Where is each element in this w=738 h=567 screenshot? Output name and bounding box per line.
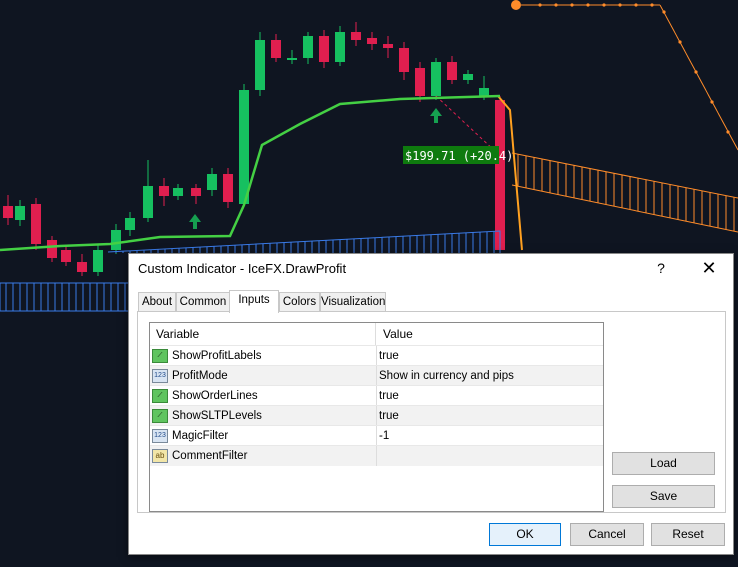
- column-header-value[interactable]: Value: [377, 323, 603, 345]
- close-button[interactable]: ✕: [695, 257, 723, 279]
- column-header-variable[interactable]: Variable: [150, 323, 376, 345]
- numeric-type-icon: 123: [152, 369, 168, 383]
- profit-label-text: $199.71 (+20.4): [405, 149, 513, 163]
- input-row[interactable]: 123 MagicFilter -1: [150, 425, 603, 446]
- candle-body: [239, 90, 249, 204]
- candle-body: [463, 74, 473, 80]
- tab-about[interactable]: About: [138, 292, 176, 312]
- candle-body: [61, 250, 71, 262]
- moving-average-line: [0, 94, 501, 252]
- input-name: MagicFilter: [172, 430, 229, 442]
- candle-body: [3, 206, 13, 218]
- candle-body: [111, 230, 121, 250]
- candle-body: [319, 36, 329, 62]
- input-row[interactable]: 123 ProfitMode Show in currency and pips: [150, 365, 603, 386]
- profit-label: $199.71 (+20.4): [403, 146, 513, 164]
- input-value[interactable]: true: [379, 408, 399, 424]
- candle-body: [351, 32, 361, 40]
- orange-dotted-line: [511, 0, 738, 151]
- candle-body: [77, 262, 87, 272]
- input-value[interactable]: -1: [379, 428, 389, 444]
- input-row[interactable]: ⟋ ShowOrderLines true: [150, 385, 603, 406]
- candle-body: [399, 48, 409, 72]
- tab-colors[interactable]: Colors: [279, 292, 320, 312]
- candle-body: [367, 38, 377, 44]
- input-value[interactable]: true: [379, 388, 399, 404]
- input-row[interactable]: ⟋ ShowSLTPLevels true: [150, 405, 603, 426]
- bool-type-icon: ⟋: [152, 389, 168, 403]
- bool-type-icon: ⟋: [152, 349, 168, 363]
- candle-body: [207, 174, 217, 190]
- candle-body: [415, 68, 425, 96]
- candle-body: [125, 218, 135, 230]
- save-button[interactable]: Save: [612, 485, 715, 508]
- candle-body: [15, 206, 25, 220]
- help-button[interactable]: ?: [647, 257, 675, 279]
- inputs-panel: Variable Value ⟋ ShowProfitLabels true 1…: [137, 311, 726, 513]
- candle-body: [303, 36, 313, 58]
- numeric-type-icon: 123: [152, 429, 168, 443]
- tab-common[interactable]: Common: [176, 292, 230, 312]
- input-name: ShowOrderLines: [172, 390, 258, 402]
- candle-body: [191, 188, 201, 196]
- inputs-grid[interactable]: Variable Value ⟋ ShowProfitLabels true 1…: [149, 322, 604, 512]
- input-name: ProfitMode: [172, 370, 228, 382]
- candle-body: [271, 40, 281, 58]
- candle-body: [93, 250, 103, 272]
- buy-arrow-icon: [189, 108, 442, 229]
- bool-type-icon: ⟋: [152, 409, 168, 423]
- custom-indicator-dialog: Custom Indicator - IceFX.DrawProfit ? ✕ …: [128, 253, 734, 555]
- reset-button[interactable]: Reset: [651, 523, 725, 546]
- load-button[interactable]: Load: [612, 452, 715, 475]
- input-name: ShowSLTPLevels: [172, 410, 262, 422]
- candle-body: [143, 186, 153, 218]
- tab-inputs[interactable]: Inputs: [229, 290, 279, 313]
- dialog-titlebar: Custom Indicator - IceFX.DrawProfit ? ✕: [129, 254, 733, 282]
- candle-body: [255, 40, 265, 90]
- input-value[interactable]: true: [379, 348, 399, 364]
- candle-body: [383, 44, 393, 48]
- input-row[interactable]: ab CommentFilter: [150, 445, 603, 466]
- tab-visualization[interactable]: Visualization: [320, 292, 386, 312]
- candle-body: [47, 240, 57, 258]
- input-name: ShowProfitLabels: [172, 350, 262, 362]
- candle-body: [31, 204, 41, 244]
- candle-body: [173, 188, 183, 196]
- candle-body: [223, 174, 233, 202]
- dialog-title: Custom Indicator - IceFX.DrawProfit: [138, 261, 347, 276]
- input-row[interactable]: ⟋ ShowProfitLabels true: [150, 345, 603, 366]
- input-value[interactable]: Show in currency and pips: [379, 368, 514, 384]
- ok-button[interactable]: OK: [489, 523, 561, 546]
- input-name: CommentFilter: [172, 450, 248, 462]
- candle-body: [495, 100, 505, 250]
- candle-body: [159, 186, 169, 196]
- candle-body: [431, 62, 441, 96]
- candle-body: [335, 32, 345, 62]
- candle-body: [447, 62, 457, 80]
- candle-body: [479, 88, 489, 96]
- orange-level-box: [511, 152, 738, 233]
- candle-body: [287, 58, 297, 60]
- cancel-button[interactable]: Cancel: [570, 523, 644, 546]
- string-type-icon: ab: [152, 449, 168, 463]
- order-dashed-line: [435, 95, 497, 153]
